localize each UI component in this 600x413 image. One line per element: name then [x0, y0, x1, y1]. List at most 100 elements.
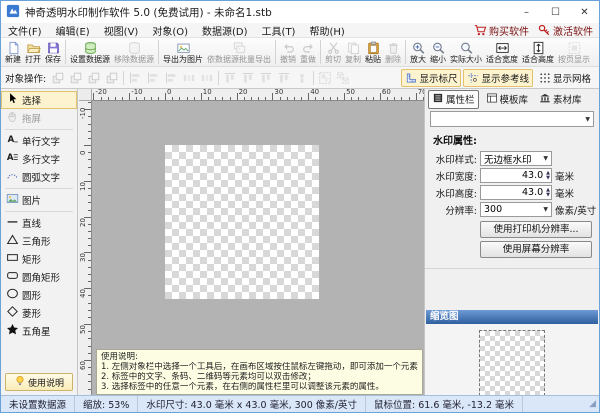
undo-label: 撤销	[280, 55, 296, 64]
props-list-icon	[432, 92, 444, 107]
watermark-height-unit: 毫米	[555, 186, 574, 200]
magnifier-icon	[459, 41, 474, 55]
main-toolbar: 新建打开保存设置数据源移除数据源导出为图片依数据源批量导出撤销重做剪切复制粘贴删…	[1, 38, 599, 67]
menu-item-help[interactable]: 帮助(H)	[302, 23, 351, 38]
diamond-tool[interactable]: 菱形	[1, 304, 77, 322]
resize-grip[interactable]: ◢	[589, 399, 599, 409]
zoom-in-button[interactable]: 放大	[408, 41, 428, 64]
spinner-arrows-icon[interactable]: ▲▼	[546, 171, 551, 180]
set-datasource-button[interactable]: 设置数据源	[68, 41, 112, 64]
bulb-icon	[14, 375, 26, 390]
properties-panel: 属性栏模板库素材库 ▼ 水印属性: 水印样式:无边框水印▼水印宽度:43.0▲▼…	[424, 89, 599, 395]
use-screen-resolution-button[interactable]: 使用屏幕分辨率	[480, 241, 592, 258]
single-line-text-tool[interactable]: A单行文字	[1, 132, 77, 150]
dropdown-arrow-icon[interactable]: ▼	[540, 206, 551, 213]
copy-pages-icon	[346, 41, 361, 55]
circle-tool[interactable]: 圆形	[1, 286, 77, 304]
ruler-icon	[405, 72, 417, 84]
minimize-button[interactable]: –	[512, 1, 541, 23]
batch-export-button: 依数据源批量导出	[205, 41, 273, 64]
batch-export-icon	[232, 41, 247, 55]
ungroup-button	[334, 69, 352, 87]
activate-software-label: 激活软件	[553, 23, 593, 38]
remove-datasource-label: 移除数据源	[114, 55, 154, 64]
copy-label: 复制	[345, 55, 361, 64]
paste-label: 粘贴	[365, 55, 381, 64]
select-label: 选择	[22, 93, 41, 107]
watermark-width-input[interactable]: 43.0▲▼	[480, 168, 552, 183]
star-tool[interactable]: 五角星	[1, 322, 77, 340]
thumbnail-area	[425, 324, 599, 402]
resolution-select[interactable]: 300▼	[480, 202, 552, 217]
delete-label: 删除	[385, 55, 401, 64]
show-ruler-toggle[interactable]: 显示标尺	[401, 69, 461, 87]
spinner-arrows-icon[interactable]: ▲▼	[546, 188, 551, 197]
line-tool[interactable]: 直线	[1, 214, 77, 232]
license-buttons: 购买软件 激活软件	[474, 23, 599, 38]
new-button[interactable]: 新建	[3, 41, 23, 64]
fit-width-button[interactable]: 适合宽度	[484, 41, 520, 64]
object-toolbar: 对象操作: 显示标尺显示参考线显示网格	[1, 67, 599, 89]
rectangle-tool[interactable]: 矩形	[1, 250, 77, 268]
export-image-label: 导出为图片	[163, 55, 203, 64]
watermark-height-input[interactable]: 43.0▲▼	[480, 185, 552, 200]
rounded-rectangle-tool[interactable]: 圆角矩形	[1, 268, 77, 286]
image-tool[interactable]: 图片	[1, 191, 77, 209]
actual-size-label: 实际大小	[450, 55, 482, 64]
activate-software-button[interactable]: 激活软件	[538, 23, 593, 38]
rectangle-label: 矩形	[22, 252, 41, 266]
help-button[interactable]: 使用说明	[5, 373, 73, 391]
mouse-position: 鼠标位置: 61.6 毫米, -13.2 毫米	[366, 396, 523, 412]
tab-templates[interactable]: 模板库	[482, 90, 533, 109]
material-icon	[539, 92, 551, 107]
magnifier-plus-icon	[411, 41, 426, 55]
menu-item-datasource[interactable]: 数据源(D)	[195, 23, 255, 38]
menu-item-view[interactable]: 视图(V)	[97, 23, 146, 38]
thumbnail-header: 缩览图	[426, 310, 598, 324]
arc-text-tool[interactable]: 圆弧文字	[1, 168, 77, 186]
hand-icon	[6, 110, 19, 126]
watermark-artboard[interactable]	[165, 145, 319, 299]
align-left-button	[126, 69, 144, 87]
tab-properties-label: 属性栏	[446, 92, 475, 106]
watermark-style-select[interactable]: 无边框水印▼	[480, 151, 552, 166]
triangle-tool[interactable]: 三角形	[1, 232, 77, 250]
menu-item-edit[interactable]: 编辑(E)	[49, 23, 97, 38]
remove-datasource-button: 移除数据源	[112, 41, 156, 64]
maximize-button[interactable]: ☐	[541, 1, 570, 23]
close-button[interactable]: ✕	[570, 1, 599, 23]
toolbar-separator	[320, 40, 321, 64]
actual-size-button[interactable]: 实际大小	[448, 41, 484, 64]
template-icon	[486, 92, 498, 107]
save-button[interactable]: 保存	[43, 41, 63, 64]
watermark-height-value: 43.0	[481, 187, 546, 198]
zoom-in-label: 放大	[410, 55, 426, 64]
fit-height-button[interactable]: 适合高度	[520, 41, 556, 64]
multi-line-text-tool[interactable]: A多行文字	[1, 150, 77, 168]
menu-item-file[interactable]: 文件(F)	[1, 23, 49, 38]
dropdown-arrow-icon[interactable]: ▼	[582, 116, 593, 123]
menu-item-tools[interactable]: 工具(T)	[255, 23, 303, 38]
tab-properties[interactable]: 属性栏	[428, 90, 479, 109]
watermark-style-label: 水印样式:	[425, 152, 477, 166]
show-guides-toggle[interactable]: 显示参考线	[463, 69, 533, 87]
open-button[interactable]: 打开	[23, 41, 43, 64]
redo-button: 重做	[298, 41, 318, 64]
dropdown-arrow-icon[interactable]: ▼	[540, 155, 551, 162]
workspace: -20-10010203040506070 -100102030405060 使…	[79, 89, 424, 395]
watermark-width-row: 水印宽度:43.0▲▼毫米	[425, 167, 597, 184]
tool-separator	[5, 188, 73, 189]
watermark-thumbnail	[479, 330, 545, 396]
preset-combo[interactable]: ▼	[430, 111, 594, 127]
paste-button[interactable]: 粘贴	[363, 41, 383, 64]
zoom-out-button[interactable]: 缩小	[428, 41, 448, 64]
select-tool[interactable]: 选择	[1, 91, 77, 109]
export-image-button[interactable]: 导出为图片	[161, 41, 205, 64]
page-view-button: 按页显示	[556, 41, 592, 64]
buy-software-button[interactable]: 购买软件	[474, 23, 529, 38]
use-printer-resolution-button[interactable]: 使用打印机分辨率...	[480, 221, 592, 238]
tab-materials[interactable]: 素材库	[535, 90, 586, 109]
show-grid-toggle[interactable]: 显示网格	[535, 69, 595, 87]
status-bar: 未设置数据源缩放: 53%水印尺寸: 43.0 毫米 x 43.0 毫米, 30…	[1, 395, 599, 412]
menu-item-object[interactable]: 对象(O)	[145, 23, 195, 38]
